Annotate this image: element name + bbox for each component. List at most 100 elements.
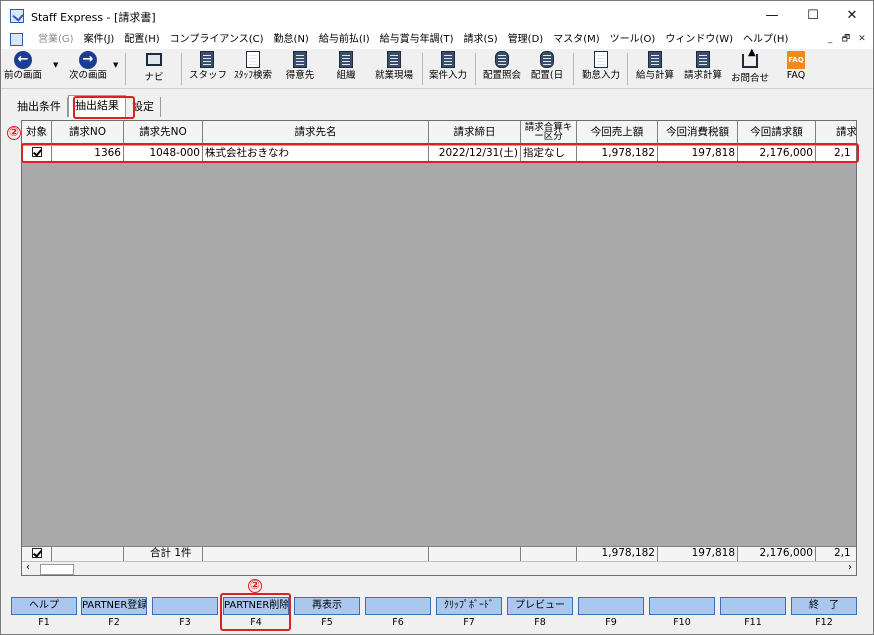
annotation-marker: ② [7,125,21,140]
result-grid[interactable]: 対象 請求NO 請求先NO 請求先名 請求締日 請求合算キー区分 今回売上額 今… [21,120,857,576]
menu-item[interactable]: ツール(O) [605,32,661,48]
scroll-right-icon[interactable]: › [848,562,852,573]
assign-day-button[interactable]: 配置(日 [529,51,565,87]
app-window: Staff Express - [請求書] — ☐ ✕ 営業(G) 案件(J) 配置… [0,0,874,635]
cell-client-name: 株式会社おきなわ [203,146,429,161]
fkey-button-f12[interactable]: 終 了 [791,597,857,615]
fkey-label: F4 [250,617,262,628]
pay-calc-button[interactable]: 給与計算 [633,51,677,87]
col-header-target[interactable]: 対象 [22,121,52,145]
menu-item[interactable]: マスタ(M) [548,32,604,48]
edit-doc-icon [592,51,610,69]
attendance-entry-button[interactable]: 勤怠入力 [579,51,623,87]
tab-extract-conditions[interactable]: 抽出条件 [11,97,68,117]
menu-item[interactable]: ウィンドウ(W) [660,32,738,48]
col-header-client-name[interactable]: 請求先名 [203,121,429,145]
close-button[interactable]: ✕ [833,4,871,28]
menu-item[interactable]: 営業(G) [33,32,79,48]
menu-item[interactable]: 配置(H) [119,32,164,48]
annotation-marker: ② [248,578,262,593]
mdi-restore-button[interactable]: 🗗 [839,32,853,46]
col-header-bill-no[interactable]: 請求NO [52,121,124,145]
worksite-button[interactable]: 就業現場 [371,51,417,87]
bill-calc-button[interactable]: 請求計算 [681,51,725,87]
assign-view-button[interactable]: 配置照会 [479,51,525,87]
fkey-label: F9 [605,617,617,628]
next-screen-button[interactable]: → 次の画面 [63,51,113,87]
fkey-label: F8 [534,617,546,628]
menu-item[interactable]: 管理(D) [503,32,549,48]
fkey-button-f4[interactable]: PARTNER削除 [223,597,289,615]
tab-extract-results[interactable]: 抽出結果 [68,95,126,117]
col-header-tax[interactable]: 今回消費税額 [658,121,738,145]
maximize-button[interactable]: ☐ [794,4,832,28]
staff-button[interactable]: スタッフ [189,51,227,87]
col-header-more[interactable]: 請求 [816,121,856,145]
summary-count: 合計 1件 [124,547,203,561]
col-header-close-date[interactable]: 請求締日 [429,121,521,145]
window-title: Staff Express - [請求書] [31,11,156,24]
menu-item[interactable]: 給与前払(I) [314,32,375,48]
inquiry-button[interactable]: ▲ お問合せ [729,48,771,87]
scroll-thumb[interactable] [40,564,74,575]
prev-screen-button[interactable]: ← 前の画面 [3,51,43,87]
org-button[interactable]: 組織 [331,51,361,87]
table-row[interactable]: 1366 1048-000 株式会社おきなわ 2022/12/31(土) 指定な… [22,146,856,161]
fkey-label: F10 [673,617,691,628]
checkbox-checked-icon[interactable] [31,147,42,157]
mdi-minimize-button[interactable]: _ [823,32,837,46]
person-search-icon [244,51,262,69]
menu-items: 営業(G) 案件(J) 配置(H) コンプライアンス(C) 勤怠(N) 給与前払(I) 給与… [33,32,793,48]
menu-item[interactable]: 案件(J) [79,32,120,48]
menu-item[interactable]: ヘルプ(H) [738,32,793,48]
fkey-label: F6 [392,617,404,628]
cell-tax: 197,818 [658,146,738,161]
client-button[interactable]: 得意先 [283,51,317,87]
cell-bill-no: 1366 [52,146,124,161]
row-checkbox[interactable] [22,146,52,161]
fkey-label: F12 [815,617,833,628]
document-icon[interactable] [10,33,23,46]
cell-sales: 1,978,182 [577,146,658,161]
prev-dropdown-icon[interactable]: ▼ [53,61,58,69]
fkey-button-f9[interactable] [578,597,644,615]
bill-icon [694,51,712,69]
horizontal-scrollbar[interactable]: ‹ › [22,561,856,575]
staff-search-button[interactable]: ｽﾀｯﾌ検索 [231,51,275,87]
fkey-button-f5[interactable]: 再表示 [294,597,360,615]
minimize-button[interactable]: — [753,4,791,28]
summary-checkbox[interactable] [22,547,52,561]
upload-icon: ▲ [741,48,759,72]
people-icon [493,51,511,69]
function-key-bar: ヘルプ F1 PARTNER登録 F2 F3 PARTNER削除 F4 再表示 F5 F6 ｸﾘｯﾌ… [11,597,867,631]
fkey-button-f10[interactable] [649,597,715,615]
menu-item[interactable]: 勤怠(N) [269,32,314,48]
fkey-button-f3[interactable] [152,597,218,615]
fkey-button-f6[interactable] [365,597,431,615]
faq-button[interactable]: FAQ FAQ [781,51,811,87]
col-header-merge-key[interactable]: 請求合算キー区分 [521,121,577,145]
fkey-button-f11[interactable] [720,597,786,615]
scroll-left-icon[interactable]: ‹ [26,562,30,573]
menu-item[interactable]: 請求(S) [459,32,503,48]
mdi-close-button[interactable]: ✕ [855,32,869,46]
fkey-button-f7[interactable]: ｸﾘｯﾌﾟﾎﾞｰﾄﾞ [436,597,502,615]
checkbox-checked-icon[interactable] [31,548,42,558]
cell-client-no: 1048-000 [124,146,203,161]
col-header-billing[interactable]: 今回請求額 [738,121,816,145]
toolbar: ← 前の画面 ▼ → 次の画面 ▼ ナビ スタッフ ｽﾀｯﾌ検索 得意先 組織 … [1,48,873,89]
grid-header: 対象 請求NO 請求先NO 請求先名 請求締日 請求合算キー区分 今回売上額 今… [22,121,856,145]
fkey-label: F7 [463,617,475,628]
tab-settings[interactable]: 設定 [126,97,161,117]
menu-item[interactable]: コンプライアンス(C) [165,32,269,48]
col-header-sales[interactable]: 今回売上額 [577,121,658,145]
fkey-button-f1[interactable]: ヘルプ [11,597,77,615]
summary-billing: 2,176,000 [738,547,816,561]
navi-button[interactable]: ナビ [139,51,169,87]
col-header-client-no[interactable]: 請求先NO [124,121,203,145]
fkey-button-f2[interactable]: PARTNER登録 [81,597,147,615]
case-entry-button[interactable]: 案件入力 [425,51,471,87]
fkey-button-f8[interactable]: プレビュー [507,597,573,615]
menu-item[interactable]: 給与賞与年調(T) [375,32,459,48]
next-dropdown-icon[interactable]: ▼ [113,61,118,69]
